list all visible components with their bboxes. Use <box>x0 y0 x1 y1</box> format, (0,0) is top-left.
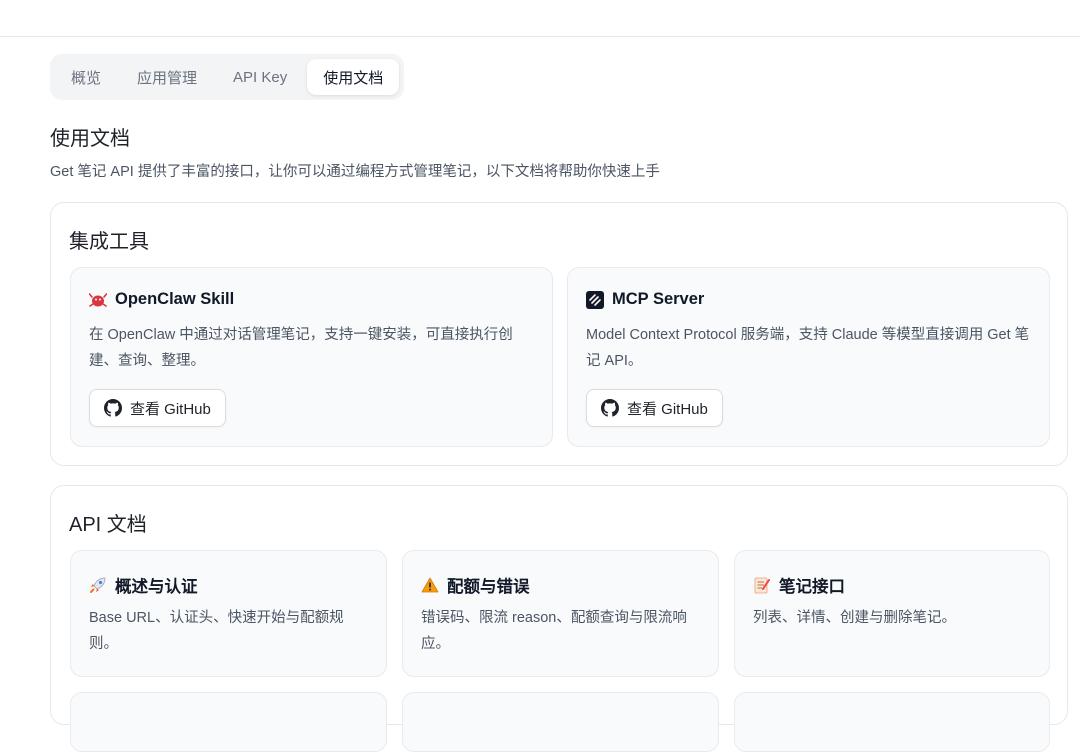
tab-app-management[interactable]: 应用管理 <box>121 59 213 95</box>
card-header: OpenClaw Skill <box>89 290 234 309</box>
openclaw-card: OpenClaw Skill 在 OpenClaw 中通过对话管理笔记，支持一键… <box>70 267 553 447</box>
warning-icon <box>421 576 439 594</box>
card-header: 配额与错误 <box>421 573 530 597</box>
card-description: Base URL、认证头、快速开始与配额规则。 <box>89 610 344 652</box>
api-card-quota[interactable]: 配额与错误 错误码、限流 reason、配额查询与限流响应。 <box>402 550 719 677</box>
card-description: 错误码、限流 reason、配额查询与限流响应。 <box>421 610 687 652</box>
tab-overview[interactable]: 概览 <box>55 59 117 95</box>
card-title: OpenClaw Skill <box>115 290 235 308</box>
api-card-overview[interactable]: 概述与认证 Base URL、认证头、快速开始与配额规则。 <box>70 550 387 677</box>
github-icon <box>601 399 619 417</box>
github-button-label: 查看 GitHub <box>130 400 211 418</box>
card-description: 在 OpenClaw 中通过对话管理笔记，支持一键安装，可直接执行创建、查询、整… <box>89 327 513 369</box>
openclaw-icon <box>89 291 107 309</box>
top-bar <box>0 0 1080 37</box>
rocket-icon <box>89 576 107 594</box>
github-button-label: 查看 GitHub <box>627 400 708 418</box>
api-card-notes[interactable]: 笔记接口 列表、详情、创建与删除笔记。 <box>734 550 1050 677</box>
section-title: 集成工具 <box>69 231 149 253</box>
card-header: MCP Server <box>586 290 704 309</box>
api-card[interactable] <box>402 692 719 752</box>
page-description: Get 笔记 API 提供了丰富的接口，让你可以通过编程方式管理笔记，以下文档将… <box>50 164 660 180</box>
card-title: 笔记接口 <box>779 578 845 596</box>
page-title: 使用文档 <box>50 128 130 150</box>
mcp-card: MCP Server Model Context Protocol 服务端，支持… <box>567 267 1050 447</box>
api-docs-section: API 文档 概述与认证 Base URL、认证头、快速开始与配额规则。 配额与… <box>50 485 1068 752</box>
github-icon <box>104 399 122 417</box>
card-title: 配额与错误 <box>447 578 530 596</box>
tab-bar: 概览 应用管理 API Key 使用文档 <box>50 54 405 100</box>
integrations-section: 集成工具 OpenClaw Skill 在 OpenClaw 中通过对话管理笔记… <box>50 202 1068 466</box>
card-description: Model Context Protocol 服务端，支持 Claude 等模型… <box>586 327 1030 369</box>
section-title: API 文档 <box>69 514 147 536</box>
github-button[interactable]: 查看 GitHub <box>586 389 723 427</box>
memo-icon <box>753 576 771 594</box>
card-description: 列表、详情、创建与删除笔记。 <box>753 610 956 626</box>
card-title: MCP Server <box>612 290 705 308</box>
api-card[interactable] <box>70 692 387 752</box>
card-header: 概述与认证 <box>89 573 198 597</box>
github-button[interactable]: 查看 GitHub <box>89 389 226 427</box>
card-title: 概述与认证 <box>115 578 198 596</box>
card-header: 笔记接口 <box>753 573 845 597</box>
tab-api-key[interactable]: API Key <box>217 59 303 95</box>
api-card[interactable] <box>734 692 1050 752</box>
mcp-icon <box>586 290 604 309</box>
tab-docs[interactable]: 使用文档 <box>307 59 400 95</box>
